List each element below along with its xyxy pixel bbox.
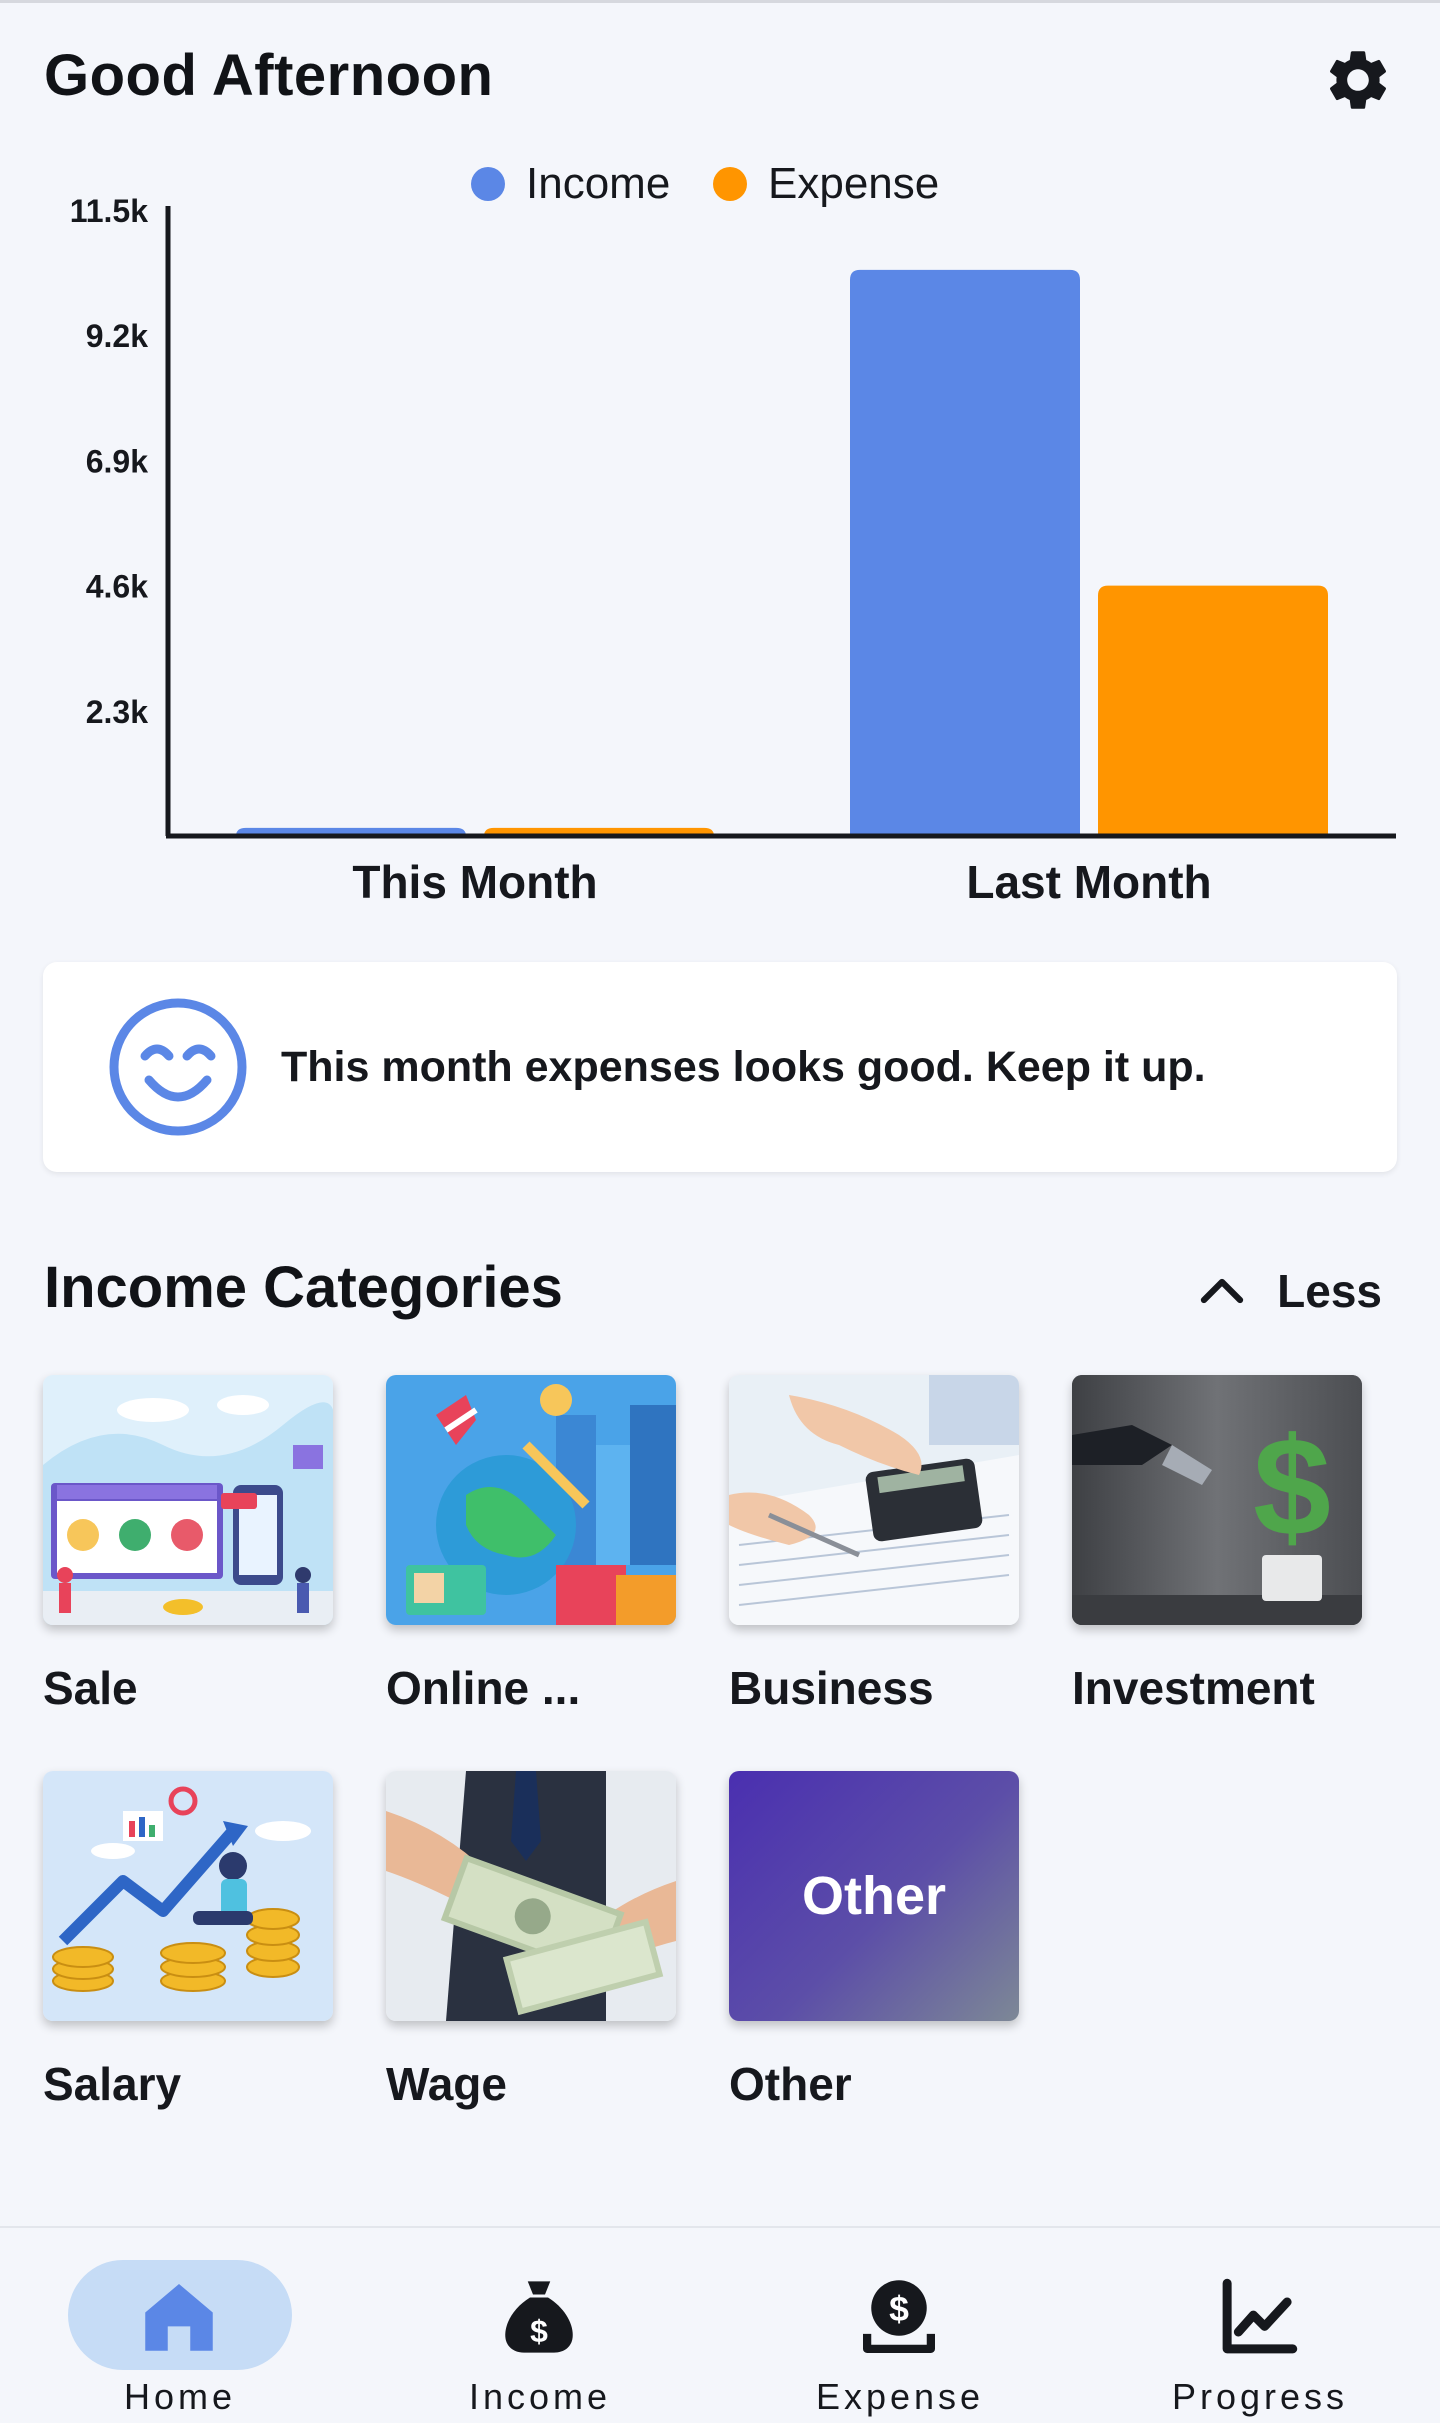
section-title: Income Categories — [44, 1255, 563, 1320]
y-tick-label: 6.9k — [86, 443, 148, 479]
svg-text:$: $ — [889, 2289, 909, 2329]
category-wage[interactable]: Wage — [386, 1771, 676, 2111]
dollar-plant-image: $ — [1072, 1375, 1362, 1625]
insight-message: This month expenses looks good. Keep it … — [281, 1042, 1206, 1091]
category-label: Investment — [1072, 1662, 1315, 1714]
nav-label: Income — [468, 2376, 612, 2417]
other-tile: Other — [729, 1771, 1019, 2021]
category-label: Business — [729, 1662, 934, 1714]
settings-button[interactable] — [1320, 42, 1396, 118]
insight-card: This month expenses looks good. Keep it … — [43, 962, 1397, 1172]
category-label: Online ... — [386, 1662, 581, 1714]
other-tile-text: Other — [801, 1866, 947, 1926]
bar-chart: Income Expense 2.3k 4.6k 6.9k 9.2k 11.5k This M… — [70, 159, 1396, 908]
y-tick-label: 9.2k — [86, 318, 148, 354]
show-less-button[interactable]: Less — [1191, 1260, 1382, 1322]
category-label: Wage — [386, 2058, 507, 2110]
category-label: Other — [729, 2058, 852, 2110]
nav-home[interactable]: Home — [58, 2244, 298, 2417]
legend-marker — [471, 167, 505, 201]
cash-handover-image — [386, 1771, 676, 2021]
online-shopping-image — [43, 1375, 333, 1625]
status-divider — [0, 0, 1440, 3]
nav-expense[interactable]: $ Expense — [778, 2244, 1018, 2417]
nav-label: Expense — [815, 2376, 985, 2417]
bottom-navigation: Home $ Income $ Expense Progress — [0, 2226, 1440, 2423]
legend-label: Expense — [768, 159, 939, 208]
x-category-label: This Month — [352, 856, 597, 908]
nav-label: Progress — [1171, 2376, 1349, 2417]
nav-progress[interactable]: Progress — [1138, 2244, 1378, 2417]
show-less-label: Less — [1277, 1265, 1382, 1317]
bar-income — [850, 269, 1080, 836]
online-world-image — [386, 1375, 676, 1625]
greeting-title: Good Afternoon — [44, 43, 494, 108]
svg-text:$: $ — [530, 2313, 548, 2349]
category-online[interactable]: Online ... — [386, 1375, 676, 1715]
legend-label: Income — [526, 159, 670, 208]
dollar-coin-icon: $ — [863, 2280, 935, 2353]
home-icon — [145, 2284, 213, 2351]
legend-marker — [713, 167, 747, 201]
income-categories-header: Income Categories Less — [44, 1252, 1396, 1332]
money-bag-icon: $ — [505, 2281, 573, 2353]
smiley-icon — [109, 998, 247, 1136]
gear-icon — [1329, 51, 1387, 109]
category-business[interactable]: Business — [729, 1375, 1019, 1715]
y-tick-label: 11.5k — [70, 193, 149, 229]
income-expense-chart: Income Expense 2.3k 4.6k 6.9k 9.2k 11.5k This M… — [30, 140, 1410, 920]
x-category-label: Last Month — [966, 856, 1211, 908]
nav-income[interactable]: $ Income — [418, 2244, 658, 2417]
trending-chart-icon — [1222, 2278, 1298, 2354]
calculator-image — [729, 1375, 1019, 1625]
category-label: Salary — [43, 2058, 182, 2110]
category-salary[interactable]: Salary — [43, 1771, 333, 2111]
category-sale[interactable]: Sale — [43, 1375, 333, 1715]
header: Good Afternoon — [44, 42, 1396, 122]
nav-label: Home — [123, 2376, 237, 2417]
category-investment[interactable]: $ Investment — [1072, 1375, 1362, 1715]
category-label: Sale — [43, 1662, 138, 1714]
category-other[interactable]: Other Other — [729, 1771, 1019, 2111]
svg-text:$: $ — [1253, 1408, 1331, 1565]
chevron-up-icon — [1200, 1278, 1244, 1304]
y-tick-label: 2.3k — [86, 694, 148, 730]
bar-expense — [1098, 585, 1328, 836]
y-tick-label: 4.6k — [86, 569, 148, 605]
coins-growth-image — [43, 1771, 333, 2021]
